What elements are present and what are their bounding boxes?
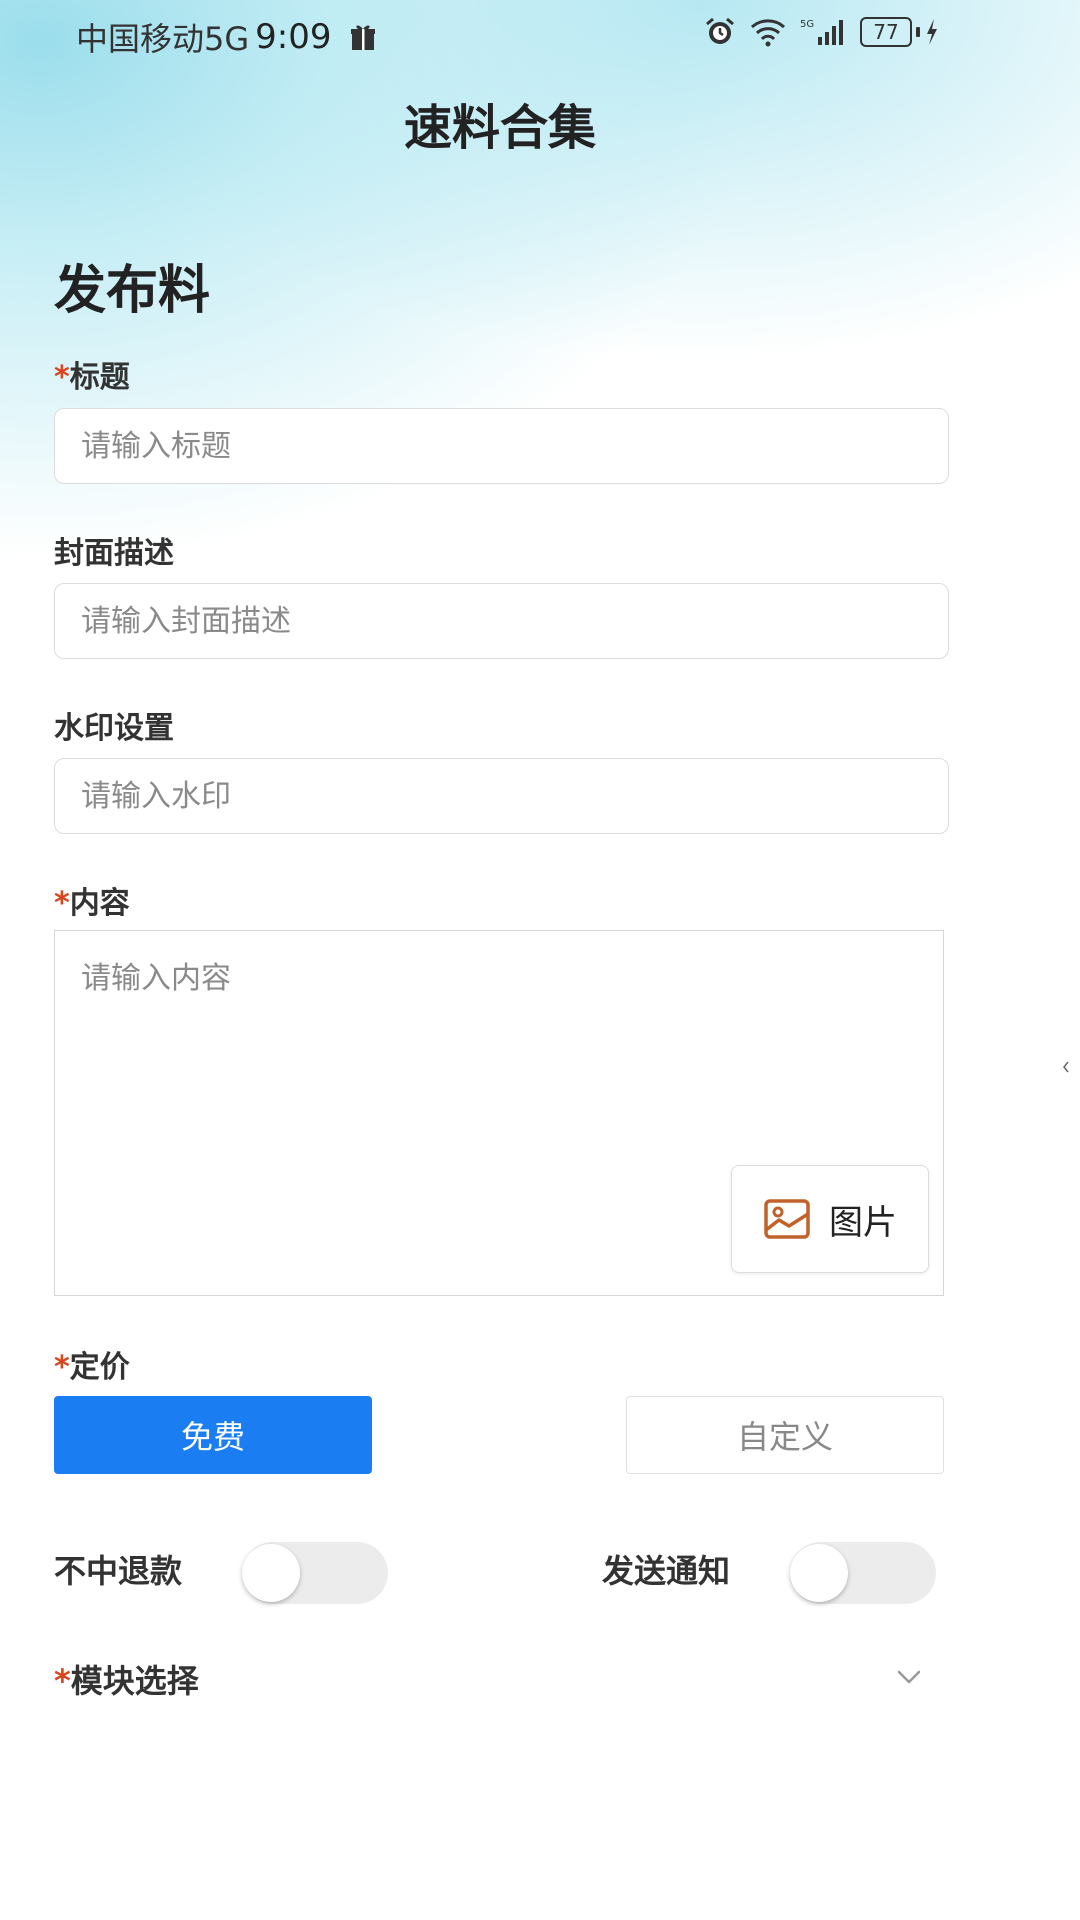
price-custom-button[interactable]: 自定义 bbox=[626, 1396, 944, 1474]
edge-mark bbox=[1063, 1061, 1069, 1073]
signal-icon: 5G bbox=[800, 19, 843, 45]
page-title: 发布料 bbox=[54, 261, 211, 321]
module-select-label: *模块选择 bbox=[54, 1656, 199, 1702]
refund-toggle-label: 不中退款 bbox=[54, 1552, 183, 1590]
carrier-label: 中国移动5G bbox=[76, 20, 250, 58]
clock: 9:09 bbox=[255, 17, 332, 57]
cover-label-text: 封面描述 bbox=[54, 536, 174, 571]
required-mark: * bbox=[54, 1662, 71, 1700]
title-field-label: *标题 bbox=[54, 352, 130, 396]
refund-toggle[interactable] bbox=[242, 1542, 388, 1604]
title-input[interactable] bbox=[54, 408, 949, 484]
battery-tip bbox=[916, 27, 920, 37]
cover-description-input[interactable] bbox=[54, 583, 949, 659]
svg-text:5G: 5G bbox=[800, 19, 814, 30]
content-field-label: *内容 bbox=[54, 878, 130, 922]
pricing-label-text: 定价 bbox=[69, 1350, 130, 1385]
battery-level: 77 bbox=[860, 17, 912, 47]
alarm-icon bbox=[706, 17, 734, 44]
required-mark: * bbox=[54, 1350, 70, 1385]
gift-icon bbox=[350, 25, 375, 50]
toggle-knob bbox=[242, 1544, 300, 1602]
notify-toggle[interactable] bbox=[790, 1542, 936, 1604]
pricing-field-label: *定价 bbox=[54, 1342, 130, 1386]
content-label-text: 内容 bbox=[69, 886, 130, 921]
image-icon bbox=[764, 1199, 810, 1239]
wifi-icon bbox=[751, 19, 785, 47]
insert-image-button[interactable]: 图片 bbox=[731, 1165, 929, 1273]
app-title: 速料合集 bbox=[403, 100, 596, 156]
price-free-label: 免费 bbox=[180, 1418, 245, 1456]
notify-toggle-label: 发送通知 bbox=[602, 1552, 731, 1590]
price-custom-label: 自定义 bbox=[736, 1418, 833, 1456]
battery-indicator: 77 bbox=[860, 17, 940, 47]
required-mark: * bbox=[54, 886, 70, 921]
status-right: 5G 77 bbox=[704, 16, 940, 48]
insert-image-label: 图片 bbox=[829, 1202, 897, 1243]
price-free-button[interactable]: 免费 bbox=[54, 1396, 372, 1474]
module-select[interactable]: *模块选择 bbox=[54, 1656, 924, 1706]
status-bar: 中国移动5G 9:09 5G 77 bbox=[0, 0, 1080, 70]
required-mark: * bbox=[54, 360, 70, 395]
watermark-label-text: 水印设置 bbox=[54, 711, 174, 746]
toggle-knob bbox=[790, 1544, 848, 1602]
watermark-input[interactable] bbox=[54, 758, 949, 834]
status-left: 中国移动5G 9:09 bbox=[76, 14, 378, 60]
cover-field-label: 封面描述 bbox=[54, 528, 174, 572]
content-editor: 图片 bbox=[54, 930, 944, 1296]
title-label-text: 标题 bbox=[69, 360, 130, 395]
chevron-down-icon bbox=[897, 1670, 921, 1684]
module-label-text: 模块选择 bbox=[70, 1662, 199, 1700]
watermark-field-label: 水印设置 bbox=[54, 703, 174, 747]
charging-icon bbox=[927, 19, 937, 45]
